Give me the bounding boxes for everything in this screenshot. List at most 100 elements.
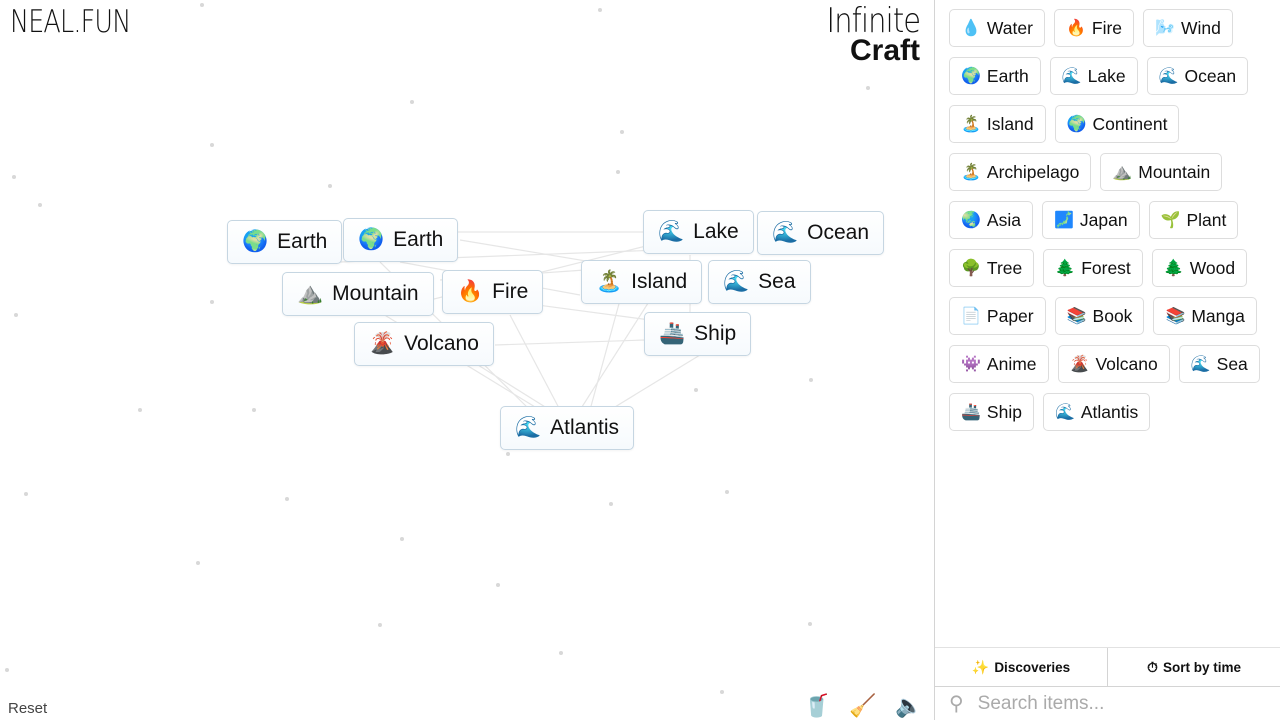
item-label: Sea xyxy=(1216,353,1248,374)
sidebar-item-continent[interactable]: 🌍 Continent xyxy=(1054,105,1180,143)
sort-by-time-button[interactable]: ⏱ Sort by time xyxy=(1107,648,1280,686)
sidebar-item-anime[interactable]: 👾 Anime xyxy=(949,345,1049,383)
clear-broom-icon[interactable]: 🧹 xyxy=(849,692,876,720)
sidebar: 💧 Water 🔥 Fire 🌬️ Wind 🌍 Earth 🌊 Lake 🌊 Ocean 🏝️ Isla… xyxy=(934,0,1280,720)
element-label: Earth xyxy=(277,230,328,253)
item-emoji-icon: 🌲 xyxy=(1055,260,1076,277)
item-emoji-icon: 🌊 xyxy=(1054,404,1075,421)
item-emoji-icon: 🌍 xyxy=(1066,116,1087,133)
sidebar-item-plant[interactable]: 🌱 Plant xyxy=(1148,201,1239,239)
sidebar-item-water[interactable]: 💧 Water xyxy=(949,9,1045,47)
search-input[interactable] xyxy=(975,691,1260,716)
sidebar-item-ocean[interactable]: 🌊 Ocean xyxy=(1146,57,1249,95)
sidebar-item-asia[interactable]: 🌏 Asia xyxy=(949,201,1033,239)
canvas-element-ocean[interactable]: 🌊 Ocean xyxy=(757,211,885,255)
discoveries-button[interactable]: ✨ Discoveries xyxy=(935,648,1107,686)
item-label: Fire xyxy=(1091,17,1123,38)
item-label: Island xyxy=(986,113,1034,134)
element-label: Earth xyxy=(393,228,444,251)
sidebar-item-lake[interactable]: 🌊 Lake xyxy=(1049,57,1138,95)
item-emoji-icon: 🔥 xyxy=(1065,20,1086,37)
sidebar-item-wind[interactable]: 🌬️ Wind xyxy=(1143,9,1233,47)
item-label: Book xyxy=(1092,305,1133,326)
sidebar-item-atlantis[interactable]: 🌊 Atlantis xyxy=(1042,393,1151,431)
wave-icon: 🌊 xyxy=(723,270,750,293)
canvas-element-earth[interactable]: 🌍 Earth xyxy=(227,220,343,264)
canvas-element-mountain[interactable]: ⛰️ Mountain xyxy=(282,272,434,316)
element-label: Atlantis xyxy=(550,416,620,439)
item-label: Ship xyxy=(986,401,1022,422)
ship-icon: 🚢 xyxy=(659,322,686,345)
item-label: Anime xyxy=(986,353,1037,374)
canvas-element-fire[interactable]: 🔥 Fire xyxy=(442,270,544,314)
earth-icon: 🌍 xyxy=(242,230,269,253)
search-icon: ⚲ xyxy=(949,693,964,715)
element-label: Fire xyxy=(492,280,529,303)
search-bar: ⚲ xyxy=(935,687,1280,720)
discoveries-label: Discoveries xyxy=(994,659,1071,675)
sidebar-item-sea[interactable]: 🌊 Sea xyxy=(1178,345,1260,383)
sort-label: Sort by time xyxy=(1162,659,1241,675)
canvas-element-atlantis[interactable]: 🌊 Atlantis xyxy=(500,406,635,450)
element-label: Island xyxy=(631,270,688,293)
sidebar-item-manga[interactable]: 📚 Manga xyxy=(1153,297,1257,335)
volcano-icon: 🌋 xyxy=(369,332,396,355)
earth-icon: 🌍 xyxy=(358,228,385,251)
item-label: Forest xyxy=(1081,257,1131,278)
sidebar-item-mountain[interactable]: ⛰️ Mountain xyxy=(1100,153,1223,191)
canvas-element-ship[interactable]: 🚢 Ship xyxy=(644,312,752,356)
item-label: Japan xyxy=(1079,209,1128,230)
sidebar-item-japan[interactable]: 🗾 Japan xyxy=(1041,201,1140,239)
item-label: Asia xyxy=(986,209,1021,230)
item-emoji-icon: 🌊 xyxy=(1158,68,1179,85)
item-label: Continent xyxy=(1092,113,1168,134)
sound-icon[interactable]: 🔈 xyxy=(895,692,922,720)
sidebar-footer: ✨ Discoveries ⏱ Sort by time ⚲ xyxy=(935,647,1280,720)
canvas-element-volcano[interactable]: 🌋 Volcano xyxy=(354,322,494,366)
element-label: Lake xyxy=(693,220,739,243)
item-label: Wind xyxy=(1180,17,1221,38)
canvas-element-lake[interactable]: 🌊 Lake xyxy=(643,210,754,254)
element-label: Sea xyxy=(758,270,796,293)
sidebar-item-forest[interactable]: 🌲 Forest xyxy=(1043,249,1143,287)
item-emoji-icon: 🌬️ xyxy=(1155,20,1175,37)
item-label: Volcano xyxy=(1095,353,1158,374)
item-emoji-icon: 🌊 xyxy=(1061,68,1082,85)
canvas-element-island[interactable]: 🏝️ Island xyxy=(581,260,703,304)
item-emoji-icon: 📚 xyxy=(1165,308,1186,325)
item-emoji-icon: 🚢 xyxy=(961,404,981,421)
item-emoji-icon: 🌲 xyxy=(1163,260,1184,277)
sidebar-item-book[interactable]: 📚 Book xyxy=(1054,297,1145,335)
wave-icon: 🌊 xyxy=(658,220,685,243)
item-emoji-icon: 🌱 xyxy=(1160,212,1181,229)
sidebar-item-ship[interactable]: 🚢 Ship xyxy=(949,393,1034,431)
reset-button[interactable]: Reset xyxy=(8,700,47,717)
sidebar-item-earth[interactable]: 🌍 Earth xyxy=(949,57,1041,95)
island-icon: 🏝️ xyxy=(596,270,623,293)
sidebar-item-fire[interactable]: 🔥 Fire xyxy=(1053,9,1135,47)
item-label: Lake xyxy=(1087,65,1126,86)
craft-canvas[interactable]: NEAL.FUN Infinite Craft 🌍 Earth 🌍 Earth ⛰️… xyxy=(0,0,934,720)
item-label: Archipelago xyxy=(986,161,1080,182)
sidebar-item-wood[interactable]: 🌲 Wood xyxy=(1151,249,1248,287)
donate-cup-icon[interactable]: 🥤 xyxy=(803,692,830,720)
item-label: Ocean xyxy=(1184,65,1237,86)
canvas-element-sea[interactable]: 🌊 Sea xyxy=(708,260,811,304)
sidebar-tabs: ✨ Discoveries ⏱ Sort by time xyxy=(935,647,1280,687)
fire-icon: 🔥 xyxy=(457,280,484,303)
item-emoji-icon: 👾 xyxy=(961,356,981,373)
sidebar-item-archipelago[interactable]: 🏝️ Archipelago xyxy=(949,153,1092,191)
item-emoji-icon: 🏝️ xyxy=(961,164,981,181)
sidebar-item-paper[interactable]: 📄 Paper xyxy=(949,297,1046,335)
sidebar-item-volcano[interactable]: 🌋 Volcano xyxy=(1057,345,1170,383)
sidebar-item-tree[interactable]: 🌳 Tree xyxy=(949,249,1035,287)
wave-icon: 🌊 xyxy=(515,416,542,439)
item-label: Tree xyxy=(986,257,1023,278)
element-label: Mountain xyxy=(332,282,419,305)
sidebar-item-island[interactable]: 🏝️ Island xyxy=(949,105,1046,143)
item-label: Paper xyxy=(986,305,1034,326)
timer-icon: ⏱ xyxy=(1147,658,1158,675)
canvas-element-earth[interactable]: 🌍 Earth xyxy=(343,218,459,262)
item-emoji-icon: 🏝️ xyxy=(961,116,981,133)
item-label: Earth xyxy=(986,65,1029,86)
